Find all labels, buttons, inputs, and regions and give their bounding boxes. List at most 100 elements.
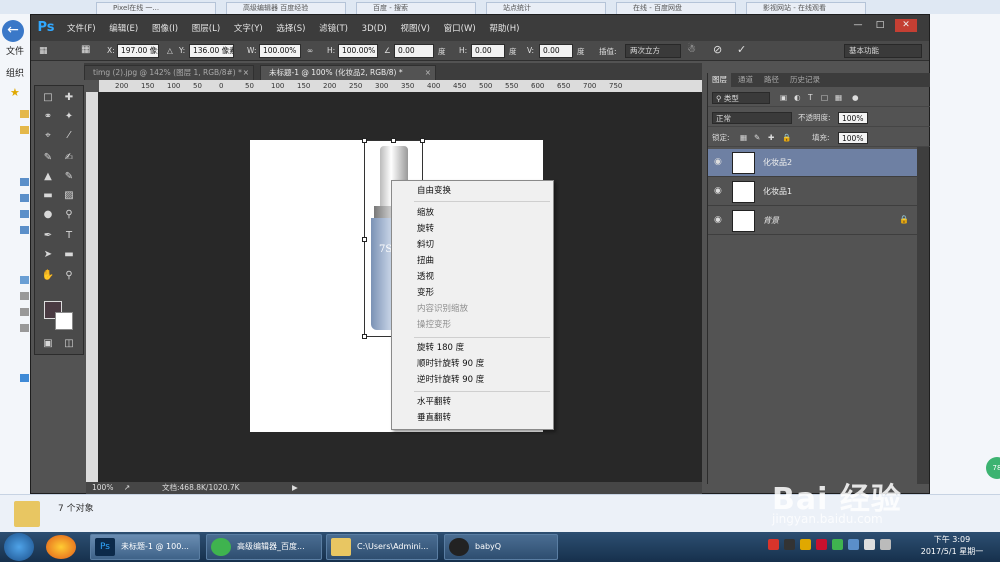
folder-icon[interactable] xyxy=(20,126,29,134)
menu-item-flip-horizontal[interactable]: 水平翻转 xyxy=(417,395,451,409)
drive-icon[interactable] xyxy=(20,324,29,332)
folder-icon[interactable] xyxy=(20,110,29,118)
bg-tab[interactable]: Pixel在线 一... xyxy=(96,2,216,14)
bg-tab[interactable]: 百度 - 搜索 xyxy=(356,2,476,14)
transform-handle[interactable] xyxy=(391,138,396,143)
quick-mask-icon[interactable]: ▣ xyxy=(39,336,57,351)
fill-field[interactable]: 100% xyxy=(838,132,868,144)
screen-mode-icon[interactable]: ◫ xyxy=(60,336,78,351)
menu-item-scale[interactable]: 缩放 xyxy=(417,206,434,220)
reference-point-icon[interactable]: ▦ xyxy=(81,44,90,55)
library-icon[interactable] xyxy=(20,178,29,186)
opacity-field[interactable]: 100% xyxy=(838,112,868,124)
tab-history[interactable]: 历史记录 xyxy=(786,73,824,87)
warp-mode-icon[interactable]: ☃ xyxy=(687,44,696,55)
share-icon[interactable]: ↗ xyxy=(124,482,130,494)
menu-3d[interactable]: 3D(D) xyxy=(362,24,387,34)
network-icon[interactable] xyxy=(20,374,29,382)
doc-tab-untitled[interactable]: 未标题-1 @ 100% (化妆品2, RGB/8) * × xyxy=(260,65,436,80)
blend-mode-select[interactable]: 正常 xyxy=(712,112,792,124)
crop-tool-icon[interactable]: ⌖ xyxy=(39,128,57,143)
lock-transparent-icon[interactable]: ▦ xyxy=(740,132,747,144)
menu-item-rotate-90-cw[interactable]: 顺时针旋转 90 度 xyxy=(417,357,484,371)
hskew-field[interactable]: 0.00 xyxy=(471,44,505,58)
lock-pixels-icon[interactable]: ✎ xyxy=(754,132,760,144)
visibility-eye-icon[interactable]: ◉ xyxy=(714,215,724,225)
link-icon[interactable]: ∞ xyxy=(307,46,313,55)
menu-view[interactable]: 视图(V) xyxy=(401,24,430,34)
pen-tool-icon[interactable]: ✒ xyxy=(39,228,57,243)
gradient-tool-icon[interactable]: ▨ xyxy=(60,188,78,203)
panel-scrollbar[interactable] xyxy=(917,147,929,484)
volume-icon[interactable] xyxy=(880,539,891,550)
filter-toggle-icon[interactable]: ● xyxy=(852,92,859,104)
transform-handle[interactable] xyxy=(362,237,367,242)
tray-app-icon[interactable] xyxy=(848,539,859,550)
menu-layer[interactable]: 图层(L) xyxy=(192,24,220,34)
tray-app-icon[interactable] xyxy=(816,539,827,550)
healing-brush-icon[interactable]: ✎ xyxy=(39,150,57,165)
layer-row-cosmetic2[interactable]: ◉ 化妆品2 xyxy=(708,149,917,177)
transform-handle[interactable] xyxy=(362,138,367,143)
status-menu-arrow-icon[interactable]: ▶ xyxy=(292,482,298,494)
menu-item-warp[interactable]: 变形 xyxy=(417,286,434,300)
lasso-tool-icon[interactable]: ⚭ xyxy=(39,109,57,124)
move-tool-icon[interactable]: ✚ xyxy=(60,90,78,105)
angle-field[interactable]: 0.00 xyxy=(394,44,434,58)
dodge-tool-icon[interactable]: ⚲ xyxy=(60,207,78,222)
bg-tab[interactable]: 高级编辑器 百度经验 xyxy=(226,2,346,14)
drive-icon[interactable] xyxy=(20,292,29,300)
menu-item-rotate-90-ccw[interactable]: 逆时针旋转 90 度 xyxy=(417,373,484,387)
shape-tool-icon[interactable]: ▬ xyxy=(60,247,78,262)
drive-icon[interactable] xyxy=(20,308,29,316)
layer-row-background[interactable]: ◉ 背景 🔒 xyxy=(708,207,917,235)
vskew-field[interactable]: 0.00 xyxy=(539,44,573,58)
favorites-star-icon[interactable]: ★ xyxy=(10,86,20,99)
blur-tool-icon[interactable]: ● xyxy=(39,207,57,222)
brush-tool-icon[interactable]: ✍ xyxy=(60,150,78,165)
commit-transform-icon[interactable]: ✓ xyxy=(737,43,746,56)
menu-help[interactable]: 帮助(H) xyxy=(489,24,519,34)
close-button[interactable]: ✕ xyxy=(895,19,917,32)
width-field[interactable]: 100.00% xyxy=(259,44,301,58)
tab-channels[interactable]: 通道 xyxy=(734,73,757,87)
menu-image[interactable]: 图像(I) xyxy=(152,24,178,34)
history-brush-icon[interactable]: ✎ xyxy=(60,169,78,184)
tab-layers[interactable]: 图层 xyxy=(708,73,731,87)
delta-icon[interactable]: △ xyxy=(167,46,173,55)
visibility-eye-icon[interactable]: ◉ xyxy=(714,157,724,167)
menu-item-perspective[interactable]: 透视 xyxy=(417,270,434,284)
qq-tray-icon[interactable] xyxy=(784,539,795,550)
minimize-button[interactable]: — xyxy=(849,19,867,32)
menu-item-skew[interactable]: 斜切 xyxy=(417,238,434,252)
menu-edit[interactable]: 编辑(E) xyxy=(109,24,138,34)
menu-item-rotate[interactable]: 旋转 xyxy=(417,222,434,236)
type-tool-icon[interactable]: T xyxy=(60,228,78,243)
background-color-swatch[interactable] xyxy=(55,312,73,330)
eyedropper-icon[interactable]: ⁄ xyxy=(60,128,78,143)
menu-filter[interactable]: 滤镜(T) xyxy=(319,24,348,34)
library-icon[interactable] xyxy=(20,226,29,234)
menu-item-flip-vertical[interactable]: 垂直翻转 xyxy=(417,411,451,425)
taskbar-item-browser[interactable]: 高级编辑器_百度... xyxy=(206,534,322,560)
taskbar-item-photoshop[interactable]: Ps 未标题-1 @ 100... xyxy=(90,534,200,560)
menu-window[interactable]: 窗口(W) xyxy=(444,24,476,34)
tray-app-icon[interactable] xyxy=(800,539,811,550)
system-clock[interactable]: 下午 3:09 2017/5/1 星期一 xyxy=(904,534,1000,558)
taskbar-item-qq[interactable]: babyQ xyxy=(444,534,558,560)
marquee-tool-icon[interactable]: □ xyxy=(39,90,57,105)
cancel-transform-icon[interactable]: ⊘ xyxy=(713,43,722,56)
filter-shape-icon[interactable]: □ xyxy=(821,92,828,104)
path-select-icon[interactable]: ➤ xyxy=(39,247,57,262)
filter-type-icon[interactable]: T xyxy=(808,92,813,104)
hand-tool-icon[interactable]: ✋ xyxy=(39,268,57,283)
visibility-eye-icon[interactable]: ◉ xyxy=(714,186,724,196)
transform-handle[interactable] xyxy=(420,138,425,143)
interpolation-select[interactable]: 两次立方 xyxy=(625,44,681,58)
filter-adjust-icon[interactable]: ◐ xyxy=(794,92,801,104)
zoom-level[interactable]: 100% xyxy=(92,482,113,494)
menu-item-free-transform[interactable]: 自由变换 xyxy=(417,184,451,198)
magic-wand-icon[interactable]: ✦ xyxy=(60,109,78,124)
taskbar-item-explorer[interactable]: C:\Users\Admini... xyxy=(326,534,438,560)
layer-row-cosmetic1[interactable]: ◉ 化妆品1 xyxy=(708,178,917,206)
